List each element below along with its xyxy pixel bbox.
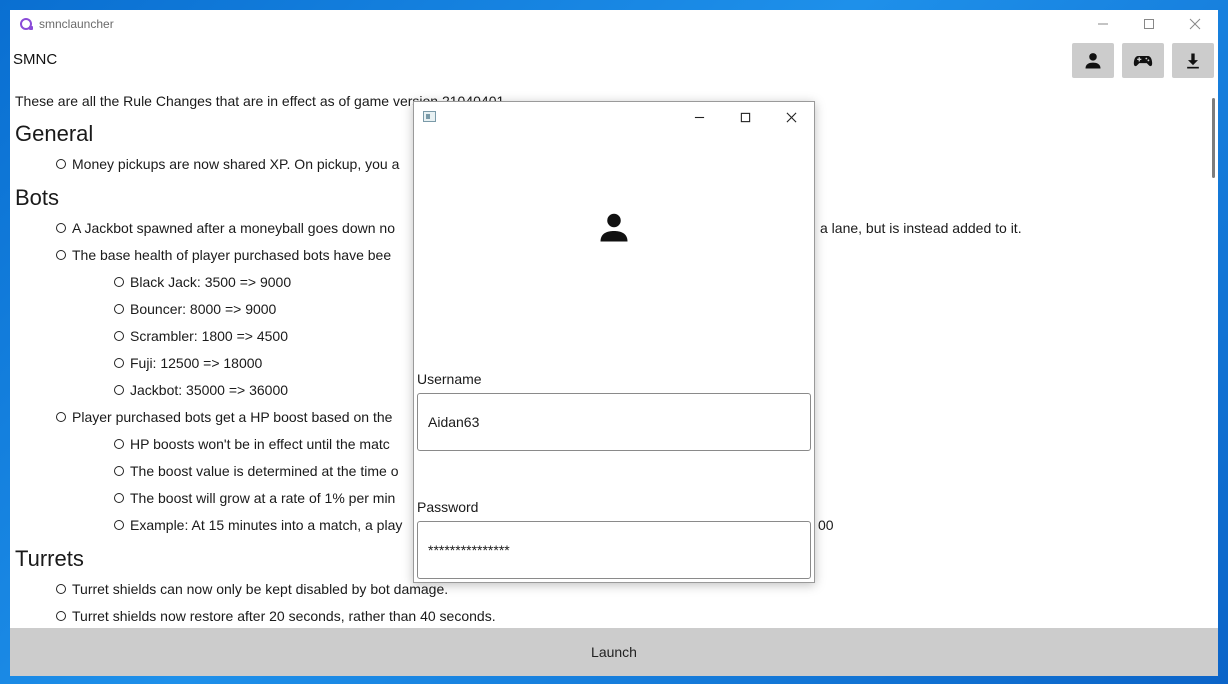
bullet-icon [114,466,124,476]
close-icon [786,112,796,122]
section-heading-turrets: Turrets [15,546,84,571]
maximize-button[interactable] [1126,10,1172,38]
list-item: Player purchased bots get a HP boost bas… [56,409,392,425]
close-icon [1189,18,1201,30]
dialog-window-controls [676,102,814,132]
bullet-icon [114,520,124,530]
bullet-icon [114,385,124,395]
bullet-icon [56,584,66,594]
account-button[interactable] [1072,43,1114,78]
launch-button[interactable]: Launch [10,628,1218,676]
list-item: Black Jack: 3500 => 9000 [114,274,291,290]
toolbar [1072,43,1214,78]
dialog-close-button[interactable] [768,102,814,132]
app-logo-icon [20,18,33,30]
bullet-icon [114,277,124,287]
app-brand: SMNC [13,51,58,68]
minimize-icon [694,116,704,118]
bullet-icon [56,611,66,621]
dialog-window-icon [423,111,436,122]
username-input[interactable]: Aidan63 [417,393,811,451]
bullet-icon [56,223,66,233]
list-item: Money pickups are now shared XP. On pick… [56,156,399,172]
username-label: Username [417,371,482,387]
list-item: Jackbot: 35000 => 36000 [114,382,288,398]
maximize-icon [740,112,750,122]
list-item: The boost will grow at a rate of 1% per … [114,490,395,506]
section-heading-bots: Bots [15,185,60,210]
section-heading-general: General [15,121,94,146]
dialog-minimize-button[interactable] [676,102,722,132]
dialog-maximize-button[interactable] [722,102,768,132]
list-item: Turret shields now restore after 20 seco… [56,608,496,624]
bullet-icon [114,358,124,368]
bullet-icon [114,331,124,341]
bullet-icon [56,412,66,422]
list-item-continuation: 00 [818,517,834,533]
content-scrollbar[interactable] [1212,98,1215,178]
gamepad-icon [1133,55,1153,66]
list-item-continuation: a lane, but is instead added to it. [820,220,1022,236]
title-bar[interactable]: smnclauncher [10,10,1218,38]
list-item: HP boosts won't be in effect until the m… [114,436,390,452]
game-settings-button[interactable] [1122,43,1164,78]
minimize-button[interactable] [1080,10,1126,38]
password-label: Password [417,499,479,515]
download-icon [1187,53,1199,68]
list-item: The boost value is determined at the tim… [114,463,398,479]
bullet-icon [114,493,124,503]
list-item: Bouncer: 8000 => 9000 [114,301,276,317]
list-item: The base health of player purchased bots… [56,247,391,263]
bullet-icon [56,159,66,169]
list-item: Scrambler: 1800 => 4500 [114,328,288,344]
list-item: A Jackbot spawned after a moneyball goes… [56,220,395,236]
login-dialog: Username Aidan63 Password **************… [413,101,815,583]
bullet-icon [114,304,124,314]
avatar-user-icon [600,213,628,242]
list-item: Fuji: 12500 => 18000 [114,355,262,371]
list-item: Turret shields can now only be kept disa… [56,581,448,597]
close-button[interactable] [1172,10,1218,38]
user-icon [1085,52,1101,68]
bullet-icon [56,250,66,260]
dialog-title-bar[interactable] [414,102,814,132]
maximize-icon [1144,19,1154,29]
window-controls [1080,10,1218,38]
download-button[interactable] [1172,43,1214,78]
minimize-icon [1098,23,1108,25]
list-item: Example: At 15 minutes into a match, a p… [114,517,402,533]
window-title: smnclauncher [39,17,114,31]
bullet-icon [114,439,124,449]
password-input[interactable]: *************** [417,521,811,579]
